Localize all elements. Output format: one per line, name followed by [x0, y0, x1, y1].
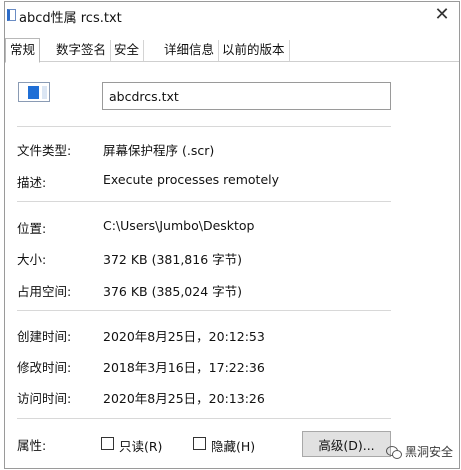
file-name-input[interactable]	[102, 82, 391, 110]
text-file-icon	[7, 9, 16, 21]
separator	[17, 418, 391, 419]
hidden-checkbox[interactable]	[193, 437, 206, 450]
modified-label: 修改时间:	[17, 360, 72, 375]
description-label: 描述:	[17, 175, 47, 190]
window-title: abcd性属 rcs.txt	[19, 11, 122, 26]
separator	[17, 310, 391, 311]
tab-previous-versions[interactable]: 以前的版本	[218, 40, 290, 62]
tab-digital-signatures[interactable]: 数字签名	[52, 40, 112, 62]
created-label: 创建时间:	[17, 329, 72, 344]
file-icon-strip	[42, 86, 47, 99]
size-on-disk-label: 占用空间:	[17, 284, 72, 299]
close-button[interactable]: ✕	[431, 5, 453, 25]
accessed-value: 2020年8月25日，20:13:26	[103, 391, 265, 406]
tab-strip: 常规 数字签名 安全 详细信息 以前的版本	[5, 38, 459, 63]
modified-value: 2018年3月16日，17:22:36	[103, 360, 265, 375]
tab-general[interactable]: 常规	[5, 38, 41, 63]
size-on-disk-value: 376 KB (385,024 字节)	[103, 284, 242, 299]
size-value: 372 KB (381,816 字节)	[103, 252, 242, 267]
title-bar: abcd性属 rcs.txt ✕	[5, 2, 459, 30]
tab-divider	[5, 61, 459, 62]
attributes-label: 属性:	[17, 438, 47, 453]
watermark: 黑洞安全	[386, 443, 453, 461]
watermark-text: 黑洞安全	[405, 445, 454, 459]
advanced-button[interactable]: 高级(D)...	[302, 431, 391, 457]
wechat-icon	[386, 445, 402, 459]
hidden-label[interactable]: 隐藏(H)	[211, 436, 255, 455]
description-value: Execute processes remotely	[103, 172, 280, 187]
file-icon-screen	[28, 86, 39, 99]
file-type-value: 屏幕保护程序 (.scr)	[103, 143, 215, 158]
tab-details[interactable]: 详细信息	[160, 40, 220, 62]
location-label: 位置:	[17, 221, 47, 236]
properties-dialog: abcd性属 rcs.txt ✕ 常规 数字签名 安全 详细信息 以前的版本 文…	[4, 1, 460, 469]
file-type-label: 文件类型:	[17, 143, 72, 158]
readonly-label[interactable]: 只读(R)	[119, 436, 162, 455]
created-value: 2020年8月25日，20:12:53	[103, 329, 265, 344]
location-value: C:\Users\Jumbo\Desktop	[103, 218, 255, 233]
tab-security[interactable]: 安全	[110, 40, 145, 62]
accessed-label: 访问时间:	[17, 391, 72, 406]
readonly-checkbox[interactable]	[101, 437, 114, 450]
separator	[17, 126, 391, 127]
screensaver-file-icon	[18, 82, 50, 102]
separator	[17, 201, 391, 202]
size-label: 大小:	[17, 252, 47, 267]
